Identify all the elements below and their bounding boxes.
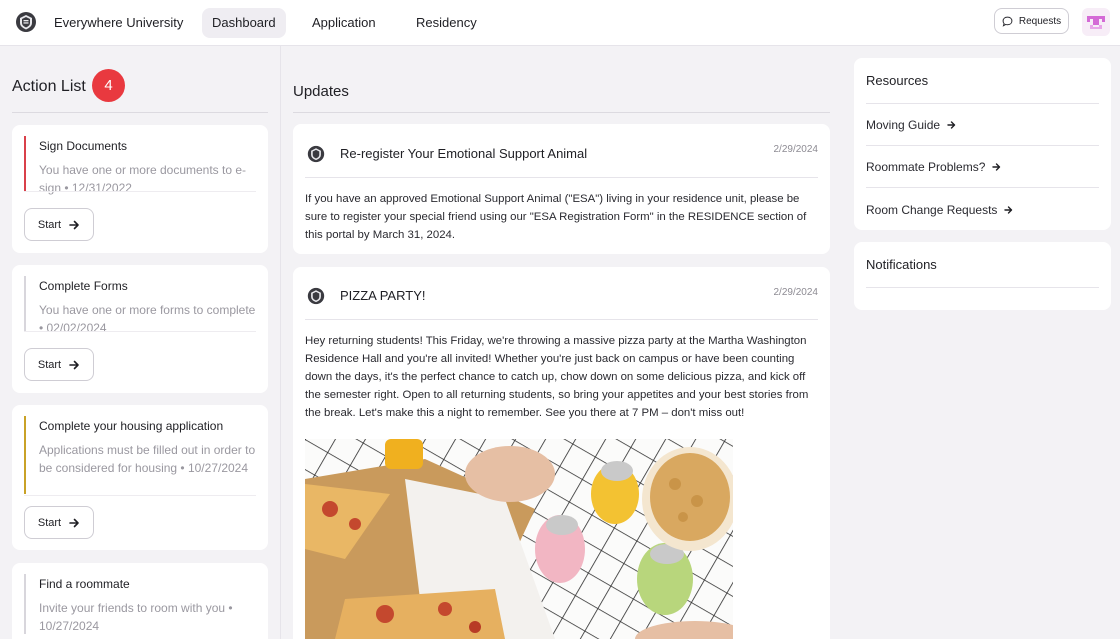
pizza-party-image	[305, 439, 733, 639]
chat-bubble-icon	[1002, 16, 1013, 27]
resources-panel: Resources Moving Guide Roommate Problems…	[854, 58, 1111, 230]
nav-residency[interactable]: Residency	[406, 8, 487, 38]
updates-title: Updates	[293, 83, 349, 100]
resource-link-roommate-problems[interactable]: Roommate Problems?	[866, 160, 1001, 174]
arrow-right-small-icon	[1004, 206, 1013, 214]
resource-link-room-change-requests[interactable]: Room Change Requests	[866, 203, 1013, 217]
post-date: 2/29/2024	[773, 287, 819, 298]
action-card-accent	[24, 416, 26, 494]
nav-application[interactable]: Application	[302, 8, 386, 38]
start-button[interactable]: Start	[24, 348, 94, 381]
post-divider	[305, 319, 818, 320]
notifications-divider	[866, 287, 1099, 288]
resource-link-label: Room Change Requests	[866, 203, 998, 217]
resources-divider	[866, 145, 1099, 146]
requests-label: Requests	[1018, 15, 1062, 27]
action-card-title: Sign Documents	[39, 139, 128, 153]
action-card-accent	[24, 276, 26, 332]
nav-dashboard[interactable]: Dashboard	[202, 8, 286, 38]
update-post-esa: Re-register Your Emotional Support Anima…	[293, 124, 830, 254]
post-body: Hey returning students! This Friday, we'…	[305, 335, 809, 419]
action-card-title: Find a roommate	[39, 577, 130, 591]
action-card-housing-application: Complete your housing application Applic…	[12, 405, 268, 550]
action-card-sign-documents: Sign Documents You have one or more docu…	[12, 125, 268, 253]
resources-divider	[866, 187, 1099, 188]
arrow-right-icon	[69, 518, 79, 527]
update-post-pizza-party: PIZZA PARTY! 2/29/2024 Hey returning stu…	[293, 267, 830, 639]
brand-name[interactable]: Everywhere University	[54, 15, 183, 30]
action-card-divider	[24, 495, 256, 496]
resources-title: Resources	[866, 73, 929, 88]
post-divider	[305, 177, 818, 178]
start-button[interactable]: Start	[24, 506, 94, 539]
university-logo-icon[interactable]	[15, 11, 37, 33]
updates-divider	[293, 112, 830, 113]
action-card-description: Invite your friends to room with you • 1…	[39, 601, 233, 633]
start-button-label: Start	[37, 516, 62, 529]
action-list-divider	[12, 112, 268, 113]
post-date: 2/29/2024	[773, 144, 819, 155]
requests-button[interactable]: Requests	[994, 8, 1069, 34]
action-card-accent	[24, 574, 26, 634]
university-logo-icon	[307, 287, 325, 305]
notifications-title: Notifications	[866, 257, 937, 272]
action-card-title: Complete your housing application	[39, 419, 224, 433]
action-card-divider	[24, 331, 256, 332]
resource-link-label: Roommate Problems?	[866, 160, 986, 174]
start-button-label: Start	[37, 218, 62, 231]
pixel-avatar-icon	[1087, 16, 1105, 29]
post-body: If you have an approved Emotional Suppor…	[305, 193, 807, 241]
action-list-panel: Action List 4 Sign Documents You have on…	[0, 46, 281, 639]
action-card-title: Complete Forms	[39, 279, 128, 293]
action-card-find-roommate: Find a roommate Invite your friends to r…	[12, 563, 268, 639]
pizza-party-photo	[305, 439, 733, 639]
action-card-accent	[24, 136, 26, 192]
action-count-badge: 4	[92, 69, 125, 102]
action-list-title: Action List	[12, 78, 86, 95]
start-button-label: Start	[37, 358, 62, 371]
resource-link-label: Moving Guide	[866, 118, 941, 132]
arrow-right-icon	[69, 220, 79, 229]
arrow-right-small-icon	[947, 121, 956, 129]
user-avatar[interactable]	[1082, 8, 1110, 36]
arrow-right-small-icon	[992, 163, 1001, 171]
action-card-divider	[24, 191, 256, 192]
start-button[interactable]: Start	[24, 208, 94, 241]
resources-divider	[866, 103, 1099, 104]
post-title: Re-register Your Emotional Support Anima…	[340, 146, 588, 161]
arrow-right-icon	[69, 360, 79, 369]
notifications-panel: Notifications	[854, 242, 1111, 310]
university-logo-icon	[307, 145, 325, 163]
action-card-complete-forms: Complete Forms You have one or more form…	[12, 265, 268, 393]
top-navigation-bar: Everywhere University Dashboard Applicat…	[0, 0, 1120, 46]
action-card-description: Applications must be filled out in order…	[39, 443, 256, 475]
resource-link-moving-guide[interactable]: Moving Guide	[866, 118, 956, 132]
post-title: PIZZA PARTY!	[340, 288, 426, 303]
